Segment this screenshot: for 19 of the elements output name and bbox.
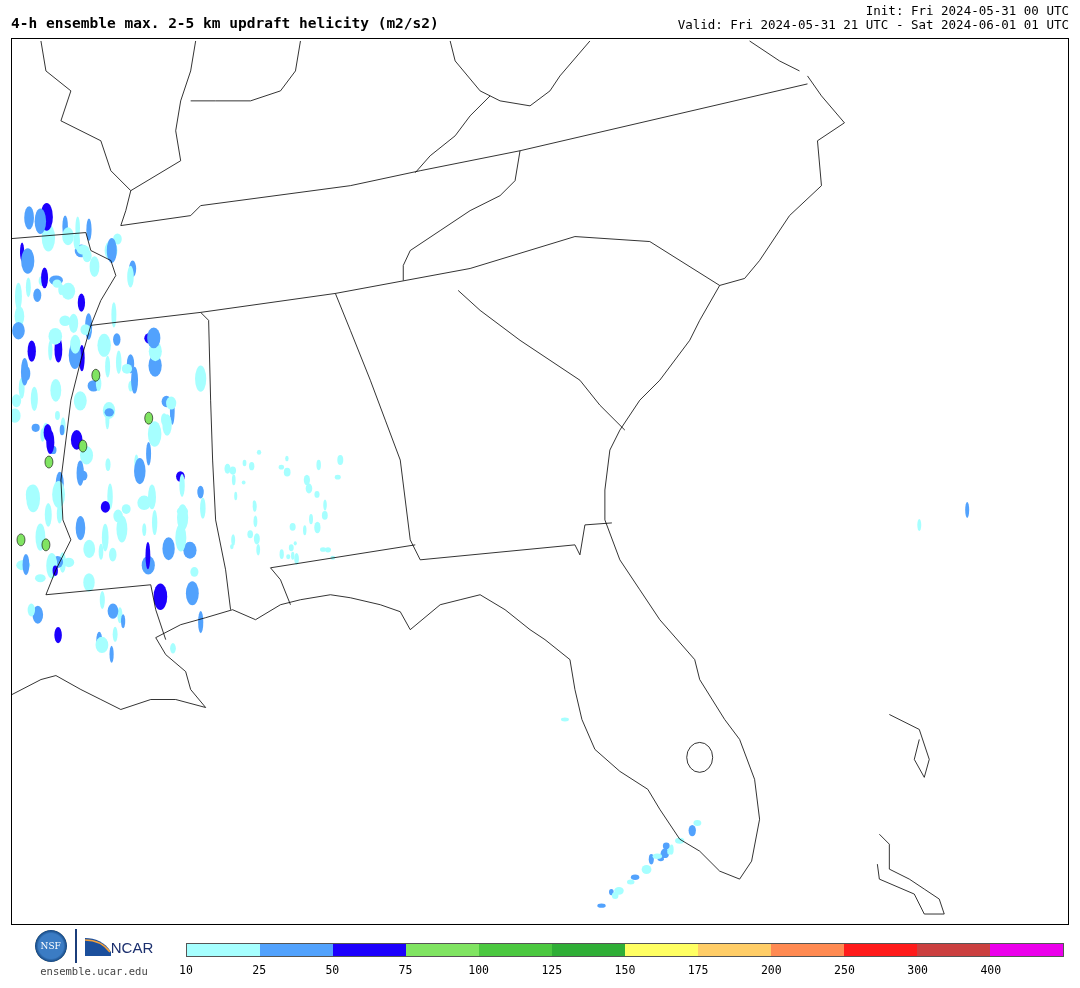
scale-label: 10 [179,963,193,977]
init-time: Init: Fri 2024-05-31 00 UTC [865,4,1069,18]
ncar-logo-text: NCAR [110,940,154,956]
scale-label: 125 [541,963,563,977]
scale-label: 300 [907,963,929,977]
scale-label: 400 [980,963,1002,977]
scale-label: 75 [398,963,413,977]
nsf-seal-logo: NSF [34,930,67,962]
scale-label: 150 [614,963,636,977]
scale-label: 175 [687,963,709,977]
site-url: ensemble.ucar.edu [40,965,148,977]
chart-title: 4-h ensemble max. 2-5 km updraft helicity (m2/s2) [11,14,439,32]
scale-label: 25 [252,963,267,977]
scale-label: 50 [325,963,340,977]
scale-label: 100 [468,963,490,977]
scale-label: 200 [760,963,782,977]
valid-time: Valid: Fri 2024-05-31 21 UTC - Sat 2024-06-01 01 UTC [677,18,1069,32]
swoosh-icon [84,936,111,956]
scale-label: 250 [834,963,855,977]
